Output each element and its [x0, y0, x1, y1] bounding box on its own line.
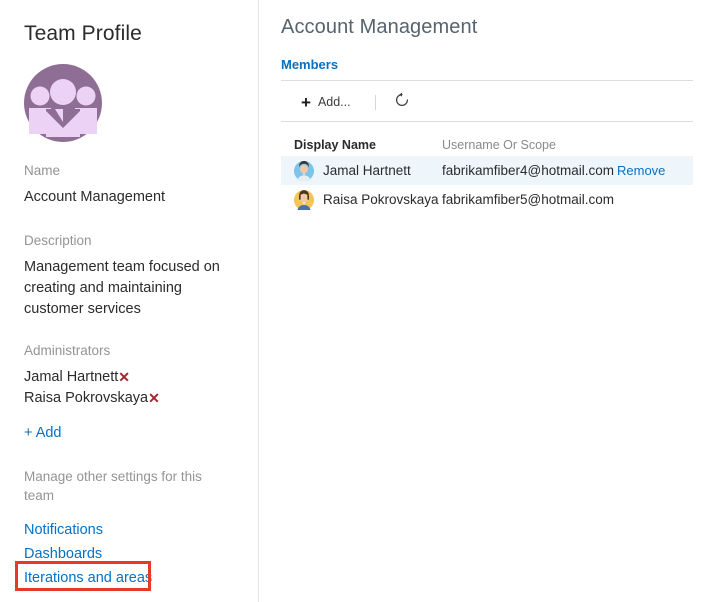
- team-profile-sidebar: Team Profile Name Account Management Des…: [0, 0, 259, 602]
- administrator-name: Jamal Hartnett: [24, 369, 119, 385]
- refresh-icon: [394, 92, 410, 113]
- member-username-or-scope: fabrikamfiber5@hotmail.com: [442, 192, 615, 207]
- team-avatar: [24, 64, 102, 142]
- remove-administrator-icon[interactable]: ✕: [118, 367, 130, 388]
- table-header-row: Display Name Username Or Scope: [281, 134, 693, 156]
- manage-settings-block: Manage other settings for this team Noti…: [24, 467, 224, 590]
- refresh-button[interactable]: [394, 92, 410, 113]
- add-member-button[interactable]: + Add...: [295, 92, 357, 113]
- add-member-label: Add...: [317, 95, 351, 109]
- plus-icon: +: [301, 92, 311, 112]
- team-profile-page: Team Profile Name Account Management Des…: [0, 0, 701, 602]
- content-tabs: Members: [281, 56, 338, 74]
- add-administrator-link[interactable]: + Add: [24, 425, 62, 441]
- team-name-value: Account Management: [24, 189, 166, 205]
- team-administrators-field: Administrators Jamal Hartnett✕ Raisa Pok…: [24, 343, 234, 409]
- administrator-name: Raisa Pokrovskaya: [24, 390, 149, 406]
- team-description-value: Management team focused on creating and …: [24, 259, 220, 317]
- table-row[interactable]: Jamal Hartnett fabrikamfiber4@hotmail.co…: [281, 156, 693, 185]
- sidebar-link-dashboards[interactable]: Dashboards: [24, 542, 224, 566]
- team-name-field: Name Account Management: [24, 163, 234, 208]
- member-name-cell: Raisa Pokrovskaya: [294, 189, 442, 210]
- team-description-label: Description: [24, 233, 92, 248]
- manage-settings-heading: Manage other settings for this team: [24, 469, 202, 503]
- table-row[interactable]: Raisa Pokrovskaya fabrikamfiber5@hotmail…: [281, 185, 693, 214]
- column-header-display-name: Display Name: [294, 138, 376, 152]
- administrator-row: Jamal Hartnett✕: [24, 367, 234, 388]
- member-name: Jamal Hartnett: [323, 163, 411, 178]
- members-toolbar: + Add...: [281, 88, 410, 116]
- toolbar-top-divider: [281, 80, 693, 81]
- remove-administrator-icon[interactable]: ✕: [148, 388, 160, 409]
- team-description-field: Description Management team focused on c…: [24, 233, 234, 320]
- page-title: Team Profile: [24, 22, 142, 45]
- member-name: Raisa Pokrovskaya: [323, 192, 439, 207]
- administrator-row: Raisa Pokrovskaya✕: [24, 388, 234, 409]
- account-management-panel: Account Management Members + Add... Disp…: [260, 0, 701, 602]
- avatar: [294, 160, 314, 181]
- remove-member-link[interactable]: Remove: [617, 163, 693, 178]
- toolbar-separator: [374, 94, 376, 110]
- member-name-cell: Jamal Hartnett: [294, 160, 442, 181]
- sidebar-link-notifications[interactable]: Notifications: [24, 518, 224, 542]
- column-header-username-or-scope: Username Or Scope: [442, 138, 556, 152]
- tab-members[interactable]: Members: [281, 57, 338, 72]
- sidebar-link-iterations-and-areas[interactable]: Iterations and areas: [24, 566, 224, 590]
- team-administrators-label: Administrators: [24, 343, 111, 358]
- members-table: Display Name Username Or Scope Jamal Har…: [281, 134, 693, 214]
- member-username-or-scope: fabrikamfiber4@hotmail.com: [442, 163, 615, 178]
- content-title: Account Management: [281, 16, 478, 38]
- toolbar-bottom-divider: [281, 121, 693, 122]
- team-name-label: Name: [24, 163, 61, 178]
- avatar: [294, 189, 314, 210]
